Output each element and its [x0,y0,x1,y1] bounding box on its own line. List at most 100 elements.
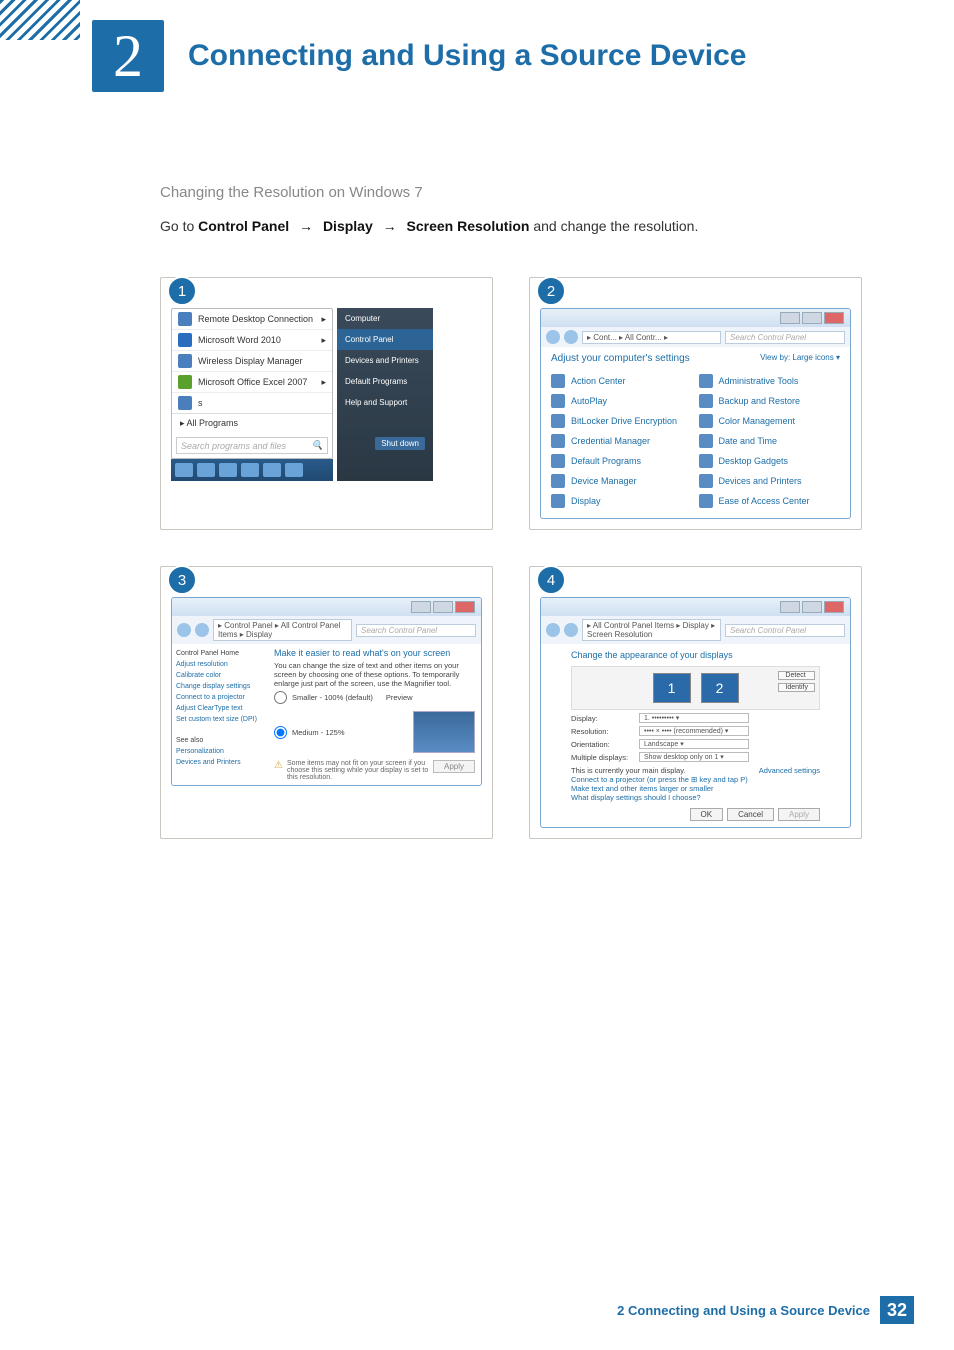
radio-smaller[interactable] [274,691,287,704]
search-input[interactable]: Search Control Panel [356,624,476,637]
monitor-2[interactable]: 2 [701,673,739,703]
breadcrumb[interactable]: ▸ Cont... ▸ All Contr... ▸ [582,331,721,344]
close-button[interactable] [824,312,844,324]
close-button[interactable] [824,601,844,613]
section-subheading: Changing the Resolution on Windows 7 [160,184,862,201]
forward-button[interactable] [564,330,578,344]
chapter-title: Connecting and Using a Source Device [188,39,746,73]
start-right-item[interactable]: Devices and Printers [337,350,433,371]
warning-icon: ⚠ [274,760,283,771]
cp-item[interactable]: Administrative Tools [699,372,841,390]
figure-1-start-menu: 1 Remote Desktop Connection▸ Microsoft W… [160,277,493,530]
resolution-select[interactable]: •••• × •••• (recommended) ▾ [639,726,749,736]
start-item[interactable]: Wireless Display Manager [198,356,303,366]
multiple-select[interactable]: Show desktop only on 1 ▾ [639,752,749,762]
cp-item[interactable]: AutoPlay [551,392,693,410]
header-hatch [0,0,80,40]
detect-button[interactable]: Detect [778,671,815,680]
back-button[interactable] [177,623,191,637]
display-sidebar: Control Panel Home Adjust resolution Cal… [172,644,272,772]
preview-label: Preview [386,693,413,702]
close-button[interactable] [455,601,475,613]
cp-item[interactable]: Default Programs [551,452,693,470]
search-input[interactable]: Search Control Panel [725,624,845,637]
back-button[interactable] [546,623,560,637]
advanced-settings-link[interactable]: Advanced settings [759,766,820,775]
back-button[interactable] [546,330,560,344]
page-number: 32 [880,1296,914,1324]
start-right-item[interactable]: Default Programs [337,371,433,392]
identify-button[interactable]: Identify [778,683,815,692]
figure-4-screen-resolution: 4 ▸ All Control Panel Items ▸ Display ▸ … [529,566,862,839]
step-badge-3: 3 [167,565,197,595]
start-right-item-control-panel[interactable]: Control Panel [337,329,433,350]
sidebar-link[interactable]: Adjust ClearType text [176,703,268,714]
sidebar-link[interactable]: Calibrate color [176,670,268,681]
start-right-item[interactable]: Help and Support [337,392,433,413]
forward-button[interactable] [564,623,578,637]
start-menu-left: Remote Desktop Connection▸ Microsoft Wor… [171,308,333,459]
sidebar-link[interactable]: Devices and Printers [176,757,268,768]
monitor-1[interactable]: 1 [653,673,691,703]
cp-item[interactable]: Devices and Printers [699,472,841,490]
start-item[interactable]: Microsoft Office Excel 2007 [198,377,307,387]
search-programs-input[interactable]: Search programs and files🔍 [176,437,328,454]
cp-item[interactable]: Color Management [699,412,841,430]
orientation-select[interactable]: Landscape ▾ [639,739,749,749]
instr-suffix: and change the resolution. [533,218,698,234]
start-item[interactable]: Remote Desktop Connection [198,314,313,324]
cp-item[interactable]: BitLocker Drive Encryption [551,412,693,430]
sidebar-link[interactable]: Change display settings [176,681,268,692]
monitor-diagram: 1 2 Detect Identify [571,666,820,710]
min-button[interactable] [780,601,800,613]
cp-item[interactable]: Date and Time [699,432,841,450]
cp-item[interactable]: Desktop Gadgets [699,452,841,470]
sidebar-link[interactable]: Adjust resolution [176,659,268,670]
cp-item[interactable]: Device Manager [551,472,693,490]
start-item[interactable]: s [198,398,203,408]
cp-item[interactable]: Backup and Restore [699,392,841,410]
chapter-number-badge: 2 [92,20,164,92]
opt-smaller: Smaller - 100% (default) [292,693,373,702]
cancel-button[interactable]: Cancel [727,808,774,821]
text-size-link[interactable]: Make text and other items larger or smal… [571,784,714,793]
preview-thumb [413,711,475,753]
max-button[interactable] [802,312,822,324]
display-title: Make it easier to read what's on your sc… [274,648,475,658]
sidebar-link[interactable]: Set custom text size (DPI) [176,714,268,725]
forward-button[interactable] [195,623,209,637]
cp-item[interactable]: Ease of Access Center [699,492,841,510]
breadcrumb[interactable]: ▸ All Control Panel Items ▸ Display ▸ Sc… [582,619,721,641]
max-button[interactable] [433,601,453,613]
apply-button[interactable]: Apply [778,808,820,821]
shutdown-button[interactable]: Shut down [375,437,425,450]
min-button[interactable] [411,601,431,613]
all-programs[interactable]: All Programs [187,418,239,428]
cp-item[interactable]: Action Center [551,372,693,390]
ok-button[interactable]: OK [690,808,724,821]
which-settings-link[interactable]: What display settings should I choose? [571,793,701,802]
search-input[interactable]: Search Control Panel [725,331,845,344]
arrow-icon: → [299,218,313,234]
apply-button[interactable]: Apply [433,760,475,773]
min-button[interactable] [780,312,800,324]
max-button[interactable] [802,601,822,613]
instruction-text: Go to Control Panel → Display → Screen R… [160,215,862,237]
cp-home[interactable]: Control Panel Home [176,648,268,659]
display-select[interactable]: 1. ••••••••• ▾ [639,713,749,723]
sidebar-link[interactable]: Connect to a projector [176,692,268,703]
start-menu-right: Computer Control Panel Devices and Print… [337,308,433,481]
view-by[interactable]: View by: Large icons ▾ [760,353,840,364]
start-item[interactable]: Microsoft Word 2010 [198,335,281,345]
step-badge-2: 2 [536,276,566,306]
radio-medium[interactable] [274,726,287,739]
connect-projector-link[interactable]: Connect to a projector (or press the ⊞ k… [571,775,748,784]
arrow-icon: → [383,218,397,234]
label-resolution: Resolution: [571,727,631,736]
sidebar-link[interactable]: Personalization [176,746,268,757]
breadcrumb[interactable]: ▸ Control Panel ▸ All Control Panel Item… [213,619,352,641]
page-footer: 2 Connecting and Using a Source Device 3… [617,1296,914,1324]
cp-item-display[interactable]: Display [551,492,693,510]
start-right-item[interactable]: Computer [337,308,433,329]
cp-item[interactable]: Credential Manager [551,432,693,450]
